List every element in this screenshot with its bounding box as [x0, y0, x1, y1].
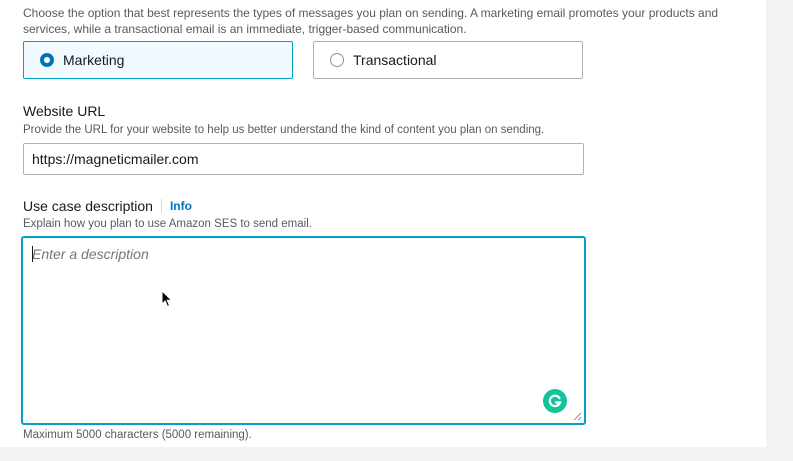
- page-gutter: [766, 0, 793, 461]
- radio-unselected-icon: [330, 53, 344, 67]
- use-case-header: Use case description Info: [23, 198, 192, 214]
- grammarly-icon[interactable]: [543, 389, 567, 413]
- use-case-textarea[interactable]: [22, 237, 585, 424]
- text-caret: [32, 246, 33, 262]
- radio-transactional-label: Transactional: [353, 52, 437, 68]
- use-case-hint: Explain how you plan to use Amazon SES t…: [23, 218, 312, 230]
- info-link[interactable]: Info: [160, 199, 192, 213]
- character-limit-text: Maximum 5000 characters (5000 remaining)…: [23, 429, 252, 441]
- radio-marketing[interactable]: Marketing: [23, 41, 293, 79]
- radio-transactional[interactable]: Transactional: [313, 41, 583, 79]
- website-url-input[interactable]: [23, 143, 584, 175]
- radio-marketing-label: Marketing: [63, 52, 125, 68]
- resize-handle-icon[interactable]: [573, 412, 582, 421]
- radio-selected-icon: [40, 53, 54, 67]
- website-url-hint: Provide the URL for your website to help…: [23, 124, 545, 136]
- mouse-pointer-icon: [161, 290, 173, 308]
- use-case-label: Use case description: [23, 198, 153, 214]
- page-bottom-band: [0, 447, 793, 461]
- website-url-label: Website URL: [23, 103, 106, 119]
- message-type-description: Choose the option that best represents t…: [23, 6, 719, 36]
